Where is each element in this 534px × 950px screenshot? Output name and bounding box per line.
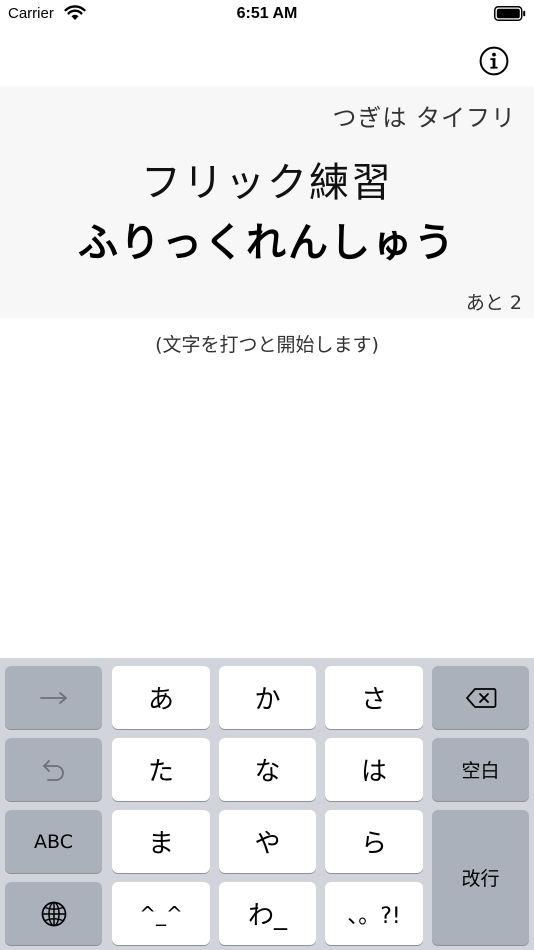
abc-key-label: ABC bbox=[34, 830, 73, 853]
key-ra[interactable]: ら bbox=[325, 810, 423, 873]
target-kanji: フリック練習 bbox=[141, 160, 393, 206]
delete-backward-icon bbox=[465, 687, 496, 708]
punctuation-key[interactable]: 、。?! bbox=[325, 882, 423, 945]
emoticon-key[interactable]: ^_^ bbox=[112, 882, 210, 945]
space-key-label: 空白 bbox=[461, 760, 500, 782]
key-sa-label: さ bbox=[360, 685, 387, 715]
key-sa[interactable]: さ bbox=[325, 666, 423, 729]
info-icon[interactable] bbox=[479, 46, 509, 76]
enter-key-label: 改行 bbox=[461, 868, 500, 890]
keyboard: ABC あ か さ た な は ま や ら ^_^ わ_ 、。?! 空白 改行 bbox=[0, 658, 534, 950]
key-ta-label: た bbox=[147, 757, 174, 787]
remaining-count: あと 2 bbox=[465, 292, 522, 314]
key-ha[interactable]: は bbox=[325, 738, 423, 801]
enter-key[interactable]: 改行 bbox=[432, 810, 529, 945]
next-candidate-key[interactable] bbox=[5, 666, 102, 729]
key-a[interactable]: あ bbox=[112, 666, 210, 729]
key-wa-label: わ_ bbox=[247, 901, 287, 931]
status-time: 6:51 AM bbox=[236, 5, 298, 22]
key-ka-label: か bbox=[254, 685, 281, 715]
globe-icon bbox=[41, 901, 66, 926]
battery-icon bbox=[494, 6, 526, 21]
globe-key[interactable] bbox=[5, 882, 102, 945]
key-ya[interactable]: や bbox=[219, 810, 316, 873]
key-ma[interactable]: ま bbox=[112, 810, 210, 873]
abc-key[interactable]: ABC bbox=[5, 810, 102, 873]
key-na-label: な bbox=[254, 757, 281, 787]
key-ya-label: や bbox=[254, 829, 281, 859]
key-ta[interactable]: た bbox=[112, 738, 210, 801]
space-key[interactable]: 空白 bbox=[432, 738, 529, 801]
delete-key[interactable] bbox=[432, 666, 529, 729]
emoticon-key-label: ^_^ bbox=[139, 901, 183, 926]
key-ka[interactable]: か bbox=[219, 666, 316, 729]
undo-key[interactable] bbox=[5, 738, 102, 801]
status-bar: Carrier 6:51 AM bbox=[0, 0, 534, 28]
undo-icon bbox=[42, 759, 64, 781]
prompt-card: つぎは タイフリ フリック練習 ふりっくれんしゅう あと 2 bbox=[0, 86, 534, 318]
next-word-hint: つぎは タイフリ bbox=[332, 104, 516, 132]
punctuation-key-label: 、。?! bbox=[347, 903, 401, 929]
key-wa[interactable]: わ_ bbox=[219, 882, 316, 945]
key-ra-label: ら bbox=[360, 829, 387, 859]
arrow-right-icon bbox=[39, 691, 67, 704]
start-hint: (文字を打つと開始します) bbox=[155, 334, 379, 356]
key-ha-label: は bbox=[360, 757, 387, 787]
key-na[interactable]: な bbox=[219, 738, 316, 801]
key-a-label: あ bbox=[147, 685, 174, 715]
key-ma-label: ま bbox=[147, 829, 174, 859]
target-reading: ふりっくれんしゅう bbox=[78, 220, 456, 266]
